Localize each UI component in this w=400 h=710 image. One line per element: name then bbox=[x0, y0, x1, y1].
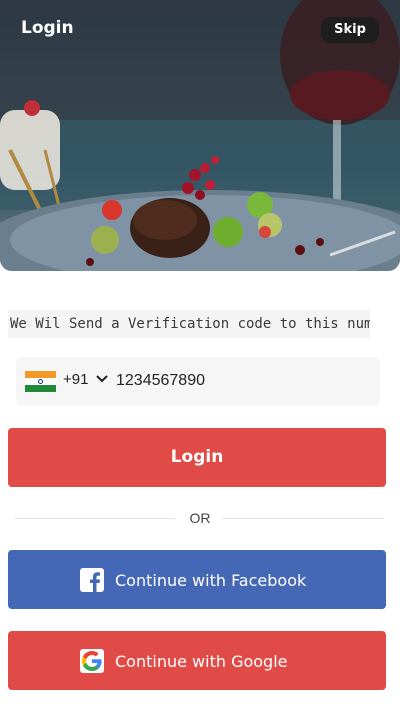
facebook-login-button[interactable]: Continue with Facebook bbox=[8, 550, 386, 609]
login-button[interactable]: Login bbox=[8, 428, 386, 487]
facebook-icon bbox=[80, 568, 104, 592]
verification-message: We Wil Send a Verification code to this … bbox=[8, 310, 370, 338]
india-flag-icon[interactable] bbox=[25, 371, 56, 392]
chevron-down-icon[interactable] bbox=[96, 375, 108, 383]
page-title: Login bbox=[21, 18, 74, 38]
facebook-button-label: Continue with Facebook bbox=[115, 570, 307, 590]
phone-number-field: +91 bbox=[16, 357, 380, 406]
skip-button[interactable]: Skip bbox=[321, 17, 379, 43]
hero-image: Login Skip bbox=[0, 0, 400, 271]
google-icon bbox=[80, 649, 104, 673]
phone-input[interactable] bbox=[116, 367, 366, 395]
google-login-button[interactable]: Continue with Google bbox=[8, 631, 386, 690]
or-divider-text: OR bbox=[189, 510, 211, 526]
country-code[interactable]: +91 bbox=[63, 371, 88, 388]
google-button-label: Continue with Google bbox=[115, 651, 288, 671]
